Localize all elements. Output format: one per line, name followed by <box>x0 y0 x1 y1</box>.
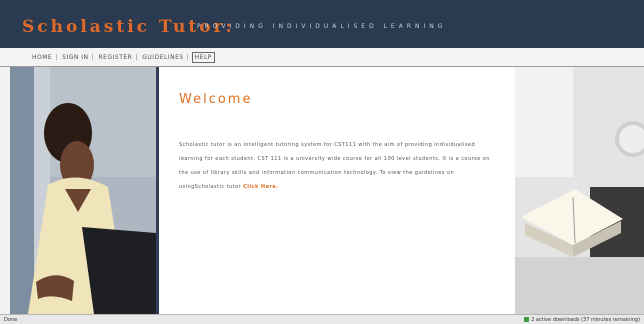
nav-help[interactable]: HELP <box>191 52 215 63</box>
welcome-heading: Welcome <box>179 92 253 107</box>
nav-guidelines[interactable]: GUIDELINES <box>140 53 185 62</box>
intro-text: Scholastic tutor is an intelligent tutor… <box>179 142 490 190</box>
nav-bar: HOME | SIGN IN | REGISTER | GUIDELINES | HEL… <box>0 48 644 67</box>
download-status[interactable]: 2 active downloads (37 minutes remaining… <box>524 317 640 323</box>
intro-paragraph: Scholastic tutor is an intelligent tutor… <box>179 138 499 194</box>
book-photo <box>515 67 644 314</box>
guidelines-link[interactable]: Click Here. <box>243 184 278 190</box>
download-status-text: 2 active downloads (37 minutes remaining… <box>531 317 640 323</box>
nav-register[interactable]: REGISTER <box>97 53 135 62</box>
nav-separator: | <box>55 54 58 61</box>
status-text: Done <box>4 317 18 323</box>
student-illustration <box>10 67 156 314</box>
nav-home[interactable]: HOME <box>30 53 54 62</box>
student-photo <box>10 67 156 314</box>
nav-separator: | <box>186 54 189 61</box>
download-icon <box>524 317 530 322</box>
book-illustration <box>515 67 644 314</box>
nav-separator: | <box>135 54 138 61</box>
nav-separator: | <box>91 54 94 61</box>
nav-menu: HOME | SIGN IN | REGISTER | GUIDELINES | HEL… <box>30 52 215 63</box>
main-content: Welcome Scholastic tutor is an intellige… <box>159 67 515 314</box>
site-header: Scholastic Tutor: PROVIDING INDIVIDUALIS… <box>0 0 644 48</box>
site-tagline: PROVIDING INDIVIDUALISED LEARNING <box>197 23 447 30</box>
nav-sign-in[interactable]: SIGN IN <box>60 53 90 62</box>
